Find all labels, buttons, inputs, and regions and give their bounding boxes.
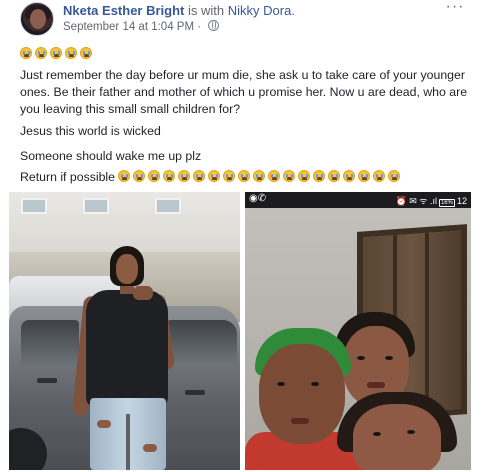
crying-face-emoji-icon <box>343 170 356 182</box>
jeans-rip <box>143 444 157 452</box>
crying-face-emoji-icon <box>253 170 266 182</box>
person-lips <box>291 418 309 424</box>
phone-status-bar: ◉✆ ⏰ ✉ ᯤ .ıl 16% 12 <box>245 192 471 208</box>
tagged-name-link[interactable]: Nikky Dora <box>228 3 292 18</box>
with-text: is with <box>188 3 225 18</box>
jeans-rip <box>97 420 111 428</box>
post-line-jesus: Jesus this world is wicked <box>20 124 161 138</box>
person-face <box>259 344 345 444</box>
crying-face-emoji-icon <box>208 170 221 182</box>
crying-face-emoji-icon <box>313 170 326 182</box>
author-line: Nketa Esther Bright is with Nikky Dora. <box>63 3 295 18</box>
crying-face-emoji-icon <box>223 170 236 182</box>
car-window <box>167 320 237 366</box>
post-options-button[interactable]: ··· <box>442 0 468 16</box>
crying-face-emoji-icon <box>298 170 311 182</box>
car-door-handle <box>37 378 57 383</box>
person-eye <box>385 356 393 360</box>
status-right: ⏰ ✉ ᯤ .ıl 16% 12 <box>396 194 467 207</box>
meta-separator: · <box>197 21 202 33</box>
person-eye <box>277 382 285 386</box>
person-hand <box>133 286 153 300</box>
battery-icon: 16% <box>438 199 455 207</box>
crying-face-emoji-icon <box>50 47 62 59</box>
post-meta: September 14 at 1:04 PM · <box>63 20 220 33</box>
crying-face-emoji-icon <box>35 47 47 59</box>
post-line-wake: Someone should wake me up plz <box>20 149 202 163</box>
building-window <box>155 198 181 214</box>
person-eye <box>373 432 381 436</box>
photo-grid: ◉✆ ⏰ ✉ ᯤ .ıl 16% 12 <box>9 192 471 470</box>
crying-face-emoji-icon <box>80 47 92 59</box>
photo-left[interactable] <box>9 192 240 470</box>
crying-face-emoji-icon <box>65 47 77 59</box>
crying-face-emoji-icon <box>238 170 251 182</box>
top-emoji-row <box>20 45 95 59</box>
crying-face-emoji-icon <box>328 170 341 182</box>
crying-face-emoji-icon <box>358 170 371 182</box>
author-avatar[interactable] <box>20 2 54 36</box>
crying-face-emoji-icon <box>373 170 386 182</box>
jeans-gap <box>126 414 130 470</box>
status-left-icons: ◉✆ <box>249 193 267 204</box>
crying-face-emoji-icon <box>20 47 32 59</box>
post-timestamp-link[interactable]: September 14 at 1:04 PM <box>63 21 194 33</box>
person-face <box>116 254 138 284</box>
door-plank <box>425 232 429 412</box>
building-window <box>21 198 47 214</box>
return-emoji-row <box>118 170 403 184</box>
crying-face-emoji-icon <box>148 170 161 182</box>
post-line-return: Return if possible <box>20 170 403 184</box>
status-right-icons: ⏰ ✉ ᯤ .ıl <box>395 196 437 206</box>
trailing-period: . <box>291 3 295 18</box>
facebook-post: Nketa Esther Bright is with Nikky Dora. … <box>0 0 485 472</box>
person-eye <box>357 356 365 360</box>
post-header: Nketa Esther Bright is with Nikky Dora. … <box>20 0 470 36</box>
crying-face-emoji-icon <box>178 170 191 182</box>
person-eye <box>311 382 319 386</box>
post-paragraph: Just remember the day before ur mum die,… <box>20 68 468 116</box>
return-text: Return if possible <box>20 170 116 184</box>
person-eye <box>407 430 415 434</box>
building-window <box>83 198 109 214</box>
car-window <box>21 320 79 366</box>
crying-face-emoji-icon <box>268 170 281 182</box>
person-face <box>353 404 441 470</box>
crying-face-emoji-icon <box>163 170 176 182</box>
author-name-link[interactable]: Nketa Esther Bright <box>63 3 184 18</box>
status-time: 12 <box>456 196 467 206</box>
person-lips <box>367 382 385 388</box>
car-door-handle <box>185 390 205 395</box>
crying-face-emoji-icon <box>283 170 296 182</box>
avatar-face <box>30 9 46 29</box>
crying-face-emoji-icon <box>388 170 401 182</box>
photo-right[interactable]: ◉✆ ⏰ ✉ ᯤ .ıl 16% 12 <box>245 192 471 470</box>
person-shirt <box>86 290 168 406</box>
crying-face-emoji-icon <box>133 170 146 182</box>
crying-face-emoji-icon <box>193 170 206 182</box>
globe-icon[interactable] <box>208 20 220 31</box>
crying-face-emoji-icon <box>118 170 131 182</box>
